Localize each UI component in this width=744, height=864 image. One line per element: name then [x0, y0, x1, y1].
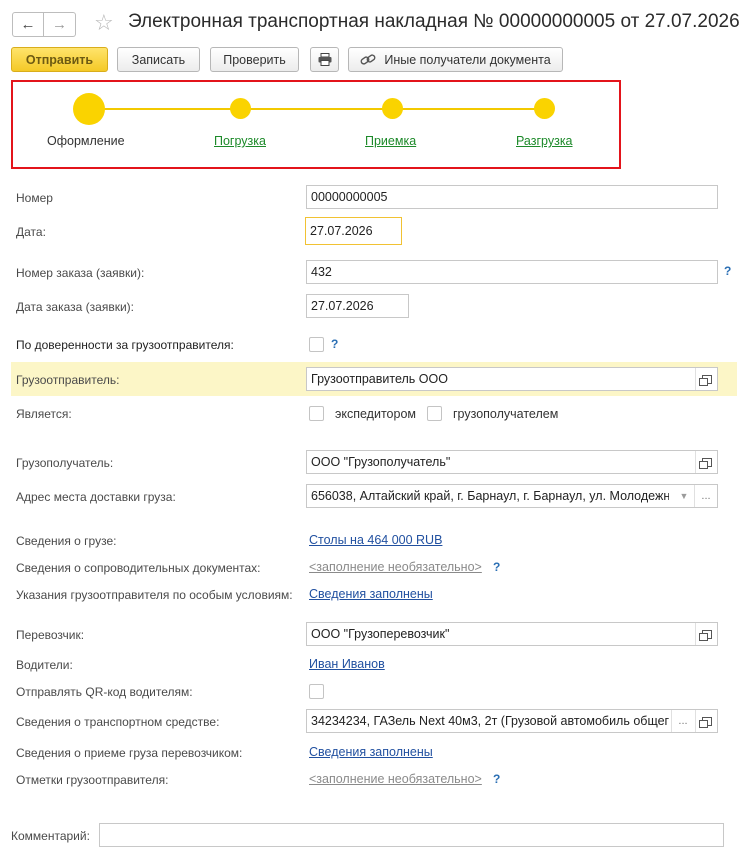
delivery-address-label: Адрес места доставки груза:: [16, 490, 176, 504]
comment-label: Комментарий:: [11, 829, 90, 843]
consignee-role-label: грузополучателем: [453, 407, 559, 421]
delivery-address-value: 656038, Алтайский край, г. Барнаул, г. Б…: [311, 489, 669, 503]
page-title: Электронная транспортная накладная № 000…: [128, 11, 740, 32]
is-label: Является:: [16, 407, 72, 421]
carrier-open-button[interactable]: [695, 623, 717, 645]
step-loading-dot: [230, 98, 251, 119]
delivery-address-select-button[interactable]: ...: [694, 485, 717, 507]
send-qr-label: Отправлять QR-код водителям:: [16, 685, 193, 699]
date-label: Дата:: [16, 225, 46, 239]
other-recipients-label: Иные получатели документа: [384, 52, 551, 67]
open-window-icon: [698, 629, 712, 641]
shipper-marks-link[interactable]: <заполнение необязательно>: [309, 772, 482, 786]
send-qr-checkbox[interactable]: [309, 684, 324, 699]
forwarder-label: экспедитором: [335, 407, 416, 421]
consignee-field[interactable]: ООО "Грузополучатель": [306, 450, 718, 474]
cargo-info-label: Сведения о грузе:: [16, 534, 117, 548]
delivery-address-field[interactable]: 656038, Алтайский край, г. Барнаул, г. Б…: [306, 484, 718, 508]
shipper-open-button[interactable]: [695, 368, 717, 390]
open-window-icon: [698, 374, 712, 386]
forward-button[interactable]: →: [44, 12, 76, 37]
acceptance-label: Сведения о приеме груза перевозчиком:: [16, 746, 243, 760]
order-number-label: Номер заказа (заявки):: [16, 266, 145, 280]
print-button[interactable]: [310, 47, 339, 72]
consignee-label: Грузополучатель:: [16, 456, 114, 470]
other-recipients-button[interactable]: Иные получатели документа: [348, 47, 563, 72]
date-value: 27.07.2026: [310, 224, 373, 238]
order-date-field[interactable]: 27.07.2026: [306, 294, 409, 318]
carrier-label: Перевозчик:: [16, 628, 85, 642]
open-window-icon: [698, 716, 712, 728]
shipper-instructions-link[interactable]: Сведения заполнены: [309, 587, 433, 601]
accompanying-docs-label: Сведения о сопроводительных документах:: [16, 561, 261, 575]
drivers-link[interactable]: Иван Иванов: [309, 657, 385, 671]
shipper-marks-help-icon[interactable]: ?: [493, 772, 500, 786]
order-number-field[interactable]: 432: [306, 260, 718, 284]
consignee-role-checkbox[interactable]: [427, 406, 442, 421]
printer-icon: [318, 53, 331, 66]
save-button[interactable]: Записать: [117, 47, 200, 72]
number-field[interactable]: 00000000005: [306, 185, 718, 209]
step-acceptance-link[interactable]: Приемка: [365, 134, 416, 148]
forwarder-checkbox[interactable]: [309, 406, 324, 421]
shipper-marks-label: Отметки грузоотправителя:: [16, 773, 169, 787]
proxy-help-icon[interactable]: ?: [331, 337, 338, 351]
shipper-instructions-label: Указания грузоотправителя по особым усло…: [16, 588, 293, 602]
order-date-value: 27.07.2026: [311, 299, 374, 313]
step-loading-link[interactable]: Погрузка: [214, 134, 266, 148]
send-button[interactable]: Отправить: [11, 47, 108, 72]
order-date-label: Дата заказа (заявки):: [16, 300, 134, 314]
back-button[interactable]: ←: [12, 12, 44, 37]
number-value: 00000000005: [311, 190, 388, 204]
consignee-open-button[interactable]: [695, 451, 717, 473]
accompanying-docs-help-icon[interactable]: ?: [493, 560, 500, 574]
check-button[interactable]: Проверить: [210, 47, 299, 72]
carrier-field[interactable]: ООО "Грузоперевозчик": [306, 622, 718, 646]
chevron-down-icon[interactable]: ▼: [674, 485, 694, 507]
arrow-right-icon: →: [52, 16, 67, 33]
drivers-label: Водители:: [16, 658, 73, 672]
arrow-left-icon: ←: [20, 16, 36, 33]
order-number-help-icon[interactable]: ?: [724, 264, 731, 278]
open-window-icon: [698, 457, 712, 469]
stepper-line: [89, 108, 545, 110]
vehicle-open-button[interactable]: [695, 710, 717, 732]
step-unloading-link[interactable]: Разгрузка: [516, 134, 573, 148]
shipper-label: Грузоотправитель:: [16, 373, 120, 387]
proxy-label: По доверенности за грузоотправителя:: [16, 338, 234, 352]
status-stepper: Оформление Погрузка Приемка Разгрузка: [11, 80, 621, 169]
carrier-value: ООО "Грузоперевозчик": [311, 627, 450, 641]
accompanying-docs-link[interactable]: <заполнение необязательно>: [309, 560, 482, 574]
shipper-value: Грузоотправитель ООО: [311, 372, 448, 386]
shipper-field[interactable]: Грузоотправитель ООО: [306, 367, 718, 391]
step-unloading-dot: [534, 98, 555, 119]
number-label: Номер: [16, 191, 53, 205]
step-acceptance-dot: [382, 98, 403, 119]
favorite-star-icon[interactable]: ☆: [94, 10, 114, 36]
comment-field[interactable]: [99, 823, 724, 847]
cargo-info-link[interactable]: Столы на 464 000 RUB: [309, 533, 442, 547]
vehicle-label: Сведения о транспортном средстве:: [16, 715, 220, 729]
consignee-value: ООО "Грузополучатель": [311, 455, 451, 469]
link-icon: [360, 53, 376, 65]
step-current-dot: [73, 93, 105, 125]
date-field[interactable]: 27.07.2026: [305, 217, 402, 245]
proxy-checkbox[interactable]: [309, 337, 324, 352]
vehicle-select-button[interactable]: ...: [671, 710, 694, 732]
step-current-label: Оформление: [47, 134, 125, 148]
acceptance-link[interactable]: Сведения заполнены: [309, 745, 433, 759]
vehicle-value: 34234234, ГАЗель Next 40м3, 2т (Грузовой…: [311, 714, 669, 728]
vehicle-field[interactable]: 34234234, ГАЗель Next 40м3, 2т (Грузовой…: [306, 709, 718, 733]
order-number-value: 432: [311, 265, 332, 279]
